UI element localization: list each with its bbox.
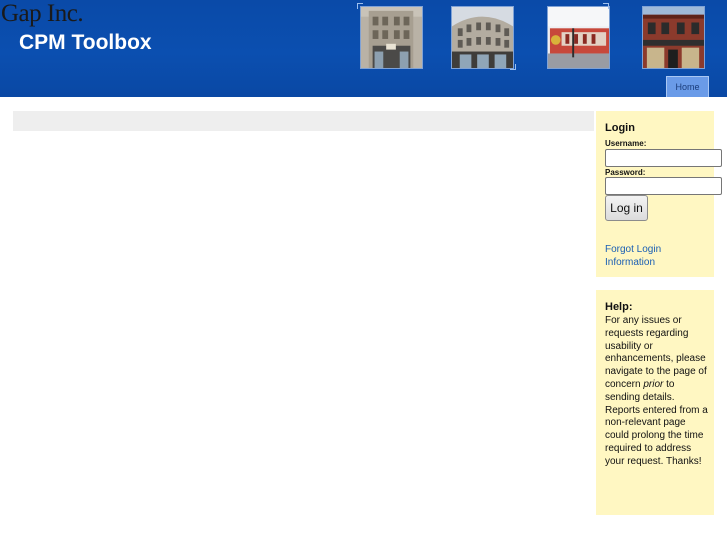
login-button[interactable]: Log in	[605, 195, 648, 221]
storefront-photo-3	[547, 6, 610, 69]
username-label: Username:	[605, 139, 647, 148]
photo-frame-corner	[603, 3, 609, 9]
home-tab[interactable]: Home	[666, 76, 709, 97]
company-logo: Gap Inc.	[1, 0, 84, 27]
photo-frame-corner	[510, 64, 516, 70]
login-title: Login	[605, 122, 635, 134]
password-label: Password:	[605, 168, 646, 177]
app-title: CPM Toolbox	[19, 31, 152, 54]
help-panel: Help: For any issues or requests regardi…	[596, 290, 714, 515]
storefront-photo-2	[451, 6, 514, 69]
password-input[interactable]	[605, 177, 722, 195]
photo-frame-corner	[357, 3, 363, 9]
storefront-photo-4	[642, 6, 705, 69]
help-text-part: to sending details. Reports entered from…	[605, 378, 708, 467]
storefront-photo-1	[360, 6, 423, 69]
username-input[interactable]	[605, 149, 722, 167]
content-header-bar	[13, 111, 594, 131]
login-panel: Login Username: Password: Log in Forgot …	[596, 111, 722, 277]
help-text: For any issues or requests regarding usa…	[605, 315, 711, 469]
help-title: Help:	[605, 301, 633, 313]
help-text-emphasis: prior	[643, 378, 664, 390]
forgot-login-link[interactable]: Forgot Login Information	[605, 244, 675, 269]
header-banner: Gap Inc. CPM Toolbox Home	[0, 0, 727, 97]
